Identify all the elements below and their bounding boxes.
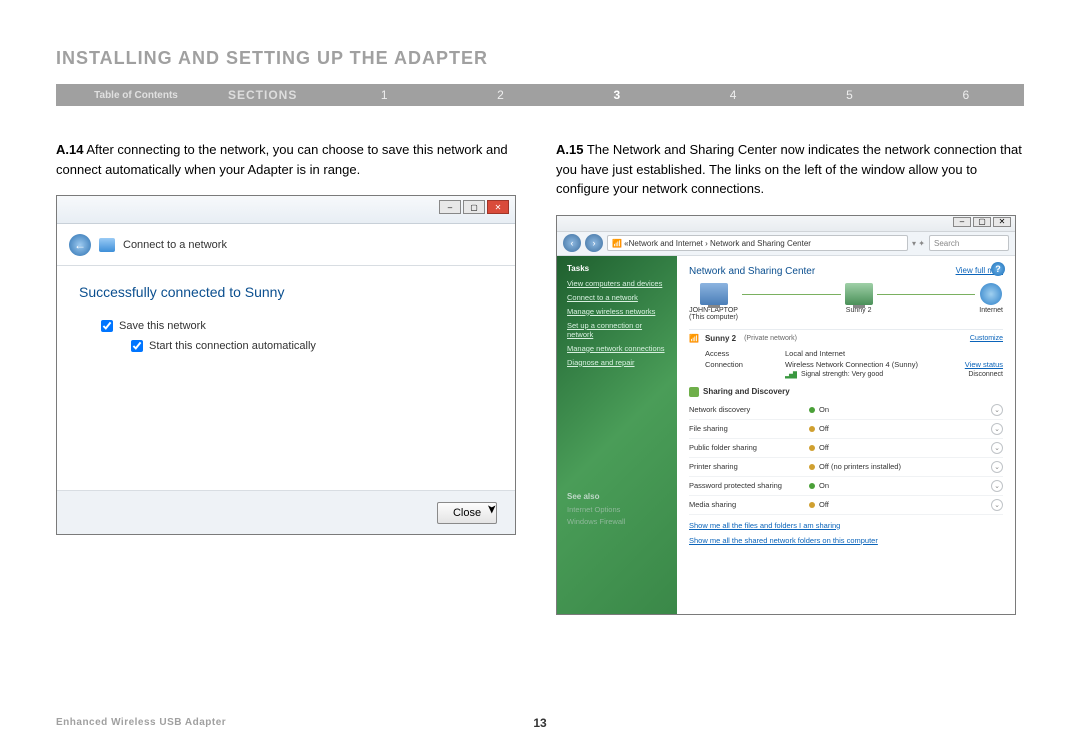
nav-section-5[interactable]: 5: [791, 88, 907, 102]
task-link[interactable]: Manage network connections: [567, 344, 667, 353]
chevron-down-icon[interactable]: ⌄: [991, 461, 1003, 473]
window-titlebar: – ▢ ✕: [557, 216, 1015, 232]
sharing-row: Password protected sharingOn⌄: [689, 477, 1003, 496]
left-column: A.14 After connecting to the network, yo…: [56, 140, 524, 615]
dialog-body: Successfully connected to Sunny Save thi…: [57, 266, 515, 490]
view-status-link[interactable]: View status: [965, 360, 1003, 369]
show-files-link[interactable]: Show me all the files and folders I am s…: [689, 521, 1003, 530]
cursor-icon: [487, 500, 499, 516]
step-a14: A.14 After connecting to the network, yo…: [56, 140, 524, 179]
sections-label: SECTIONS: [216, 88, 326, 102]
network-diagram: JOHN-LAPTOP(This computer) Sunny 2 Inter…: [689, 283, 1003, 321]
right-column: A.15 The Network and Sharing Center now …: [556, 140, 1024, 615]
back-icon[interactable]: ←: [69, 234, 91, 256]
router-icon: [845, 283, 873, 305]
screenshot-sharing-center: – ▢ ✕ ‹ › 📶 « Network and Internet › Net…: [556, 215, 1016, 615]
see-also-heading: See also: [567, 492, 667, 501]
tasks-heading: Tasks: [567, 264, 667, 273]
toc-link[interactable]: Table of Contents: [56, 90, 216, 101]
task-link[interactable]: View computers and devices: [567, 279, 667, 288]
dialog-footer: Close: [57, 490, 515, 534]
sharing-row: File sharingOff⌄: [689, 420, 1003, 439]
maximize-icon[interactable]: ▢: [973, 217, 991, 227]
page-title: INSTALLING AND SETTING UP THE ADAPTER: [56, 48, 488, 69]
sharing-row: Network discoveryOn⌄: [689, 401, 1003, 420]
close-icon[interactable]: ✕: [487, 200, 509, 214]
status-dot-icon: [809, 445, 815, 451]
task-sidebar: Tasks View computers and devices Connect…: [557, 256, 677, 614]
chevron-down-icon[interactable]: ⌄: [991, 499, 1003, 511]
nav-section-2[interactable]: 2: [442, 88, 558, 102]
content-area: A.14 After connecting to the network, yo…: [56, 140, 1024, 615]
chevron-down-icon[interactable]: ⌄: [991, 480, 1003, 492]
chevron-down-icon[interactable]: ⌄: [991, 442, 1003, 454]
task-link[interactable]: Connect to a network: [567, 293, 667, 302]
status-dot-icon: [809, 407, 815, 413]
help-icon[interactable]: ?: [991, 262, 1005, 276]
page-footer: Enhanced Wireless USB Adapter 13: [56, 717, 1024, 728]
dialog-header: ← Connect to a network: [57, 224, 515, 266]
nav-section-6[interactable]: 6: [908, 88, 1024, 102]
status-dot-icon: [809, 464, 815, 470]
sharing-row: Public folder sharingOff⌄: [689, 439, 1003, 458]
screenshot-connect-dialog: – ▢ ✕ ← Connect to a network Successfull…: [56, 195, 516, 535]
auto-connect-checkbox[interactable]: Start this connection automatically: [131, 340, 493, 352]
chevron-down-icon[interactable]: ⌄: [991, 423, 1003, 435]
task-link[interactable]: Diagnose and repair: [567, 358, 667, 367]
close-icon[interactable]: ✕: [993, 217, 1011, 227]
dialog-titlebar: – ▢ ✕: [57, 196, 515, 224]
disconnect-link[interactable]: Disconnect: [968, 371, 1003, 378]
computer-icon: [700, 283, 728, 305]
address-bar: ‹ › 📶 « Network and Internet › Network a…: [557, 232, 1015, 256]
status-dot-icon: [809, 502, 815, 508]
step-a15: A.15 The Network and Sharing Center now …: [556, 140, 1024, 199]
minimize-icon[interactable]: –: [953, 217, 971, 227]
network-icon: [99, 238, 115, 252]
see-also-link[interactable]: Windows Firewall: [567, 517, 667, 526]
save-network-checkbox[interactable]: Save this network: [101, 320, 493, 332]
breadcrumb[interactable]: 📶 « Network and Internet › Network and S…: [607, 235, 908, 251]
globe-icon: [980, 283, 1002, 305]
task-link[interactable]: Manage wireless networks: [567, 307, 667, 316]
nav-section-3[interactable]: 3: [559, 88, 675, 102]
forward-icon[interactable]: ›: [585, 234, 603, 252]
task-link[interactable]: Set up a connection or network: [567, 321, 667, 339]
status-dot-icon: [809, 426, 815, 432]
sharing-heading: Sharing and Discovery: [689, 387, 1003, 397]
nav-section-1[interactable]: 1: [326, 88, 442, 102]
nav-section-4[interactable]: 4: [675, 88, 791, 102]
sharing-row: Printer sharingOff (no printers installe…: [689, 458, 1003, 477]
page-number: 13: [533, 716, 546, 730]
success-message: Successfully connected to Sunny: [79, 284, 493, 300]
maximize-icon[interactable]: ▢: [463, 200, 485, 214]
search-input[interactable]: Search: [929, 235, 1009, 251]
customize-link[interactable]: Customize: [970, 335, 1003, 342]
sharing-row: Media sharingOff⌄: [689, 496, 1003, 515]
sharing-content: View full map Network and Sharing Center…: [677, 256, 1015, 614]
product-name: Enhanced Wireless USB Adapter: [56, 717, 226, 728]
status-dot-icon: [809, 483, 815, 489]
signal-icon: [785, 371, 797, 379]
see-also-link[interactable]: Internet Options: [567, 505, 667, 514]
network-row: 📶 Sunny 2(Private network) Customize: [689, 329, 1003, 347]
dialog-header-text: Connect to a network: [123, 239, 227, 251]
section-nav: Table of Contents SECTIONS 1 2 3 4 5 6: [56, 84, 1024, 106]
show-folders-link[interactable]: Show me all the shared network folders o…: [689, 536, 1003, 545]
minimize-icon[interactable]: –: [439, 200, 461, 214]
chevron-down-icon[interactable]: ⌄: [991, 404, 1003, 416]
back-icon[interactable]: ‹: [563, 234, 581, 252]
